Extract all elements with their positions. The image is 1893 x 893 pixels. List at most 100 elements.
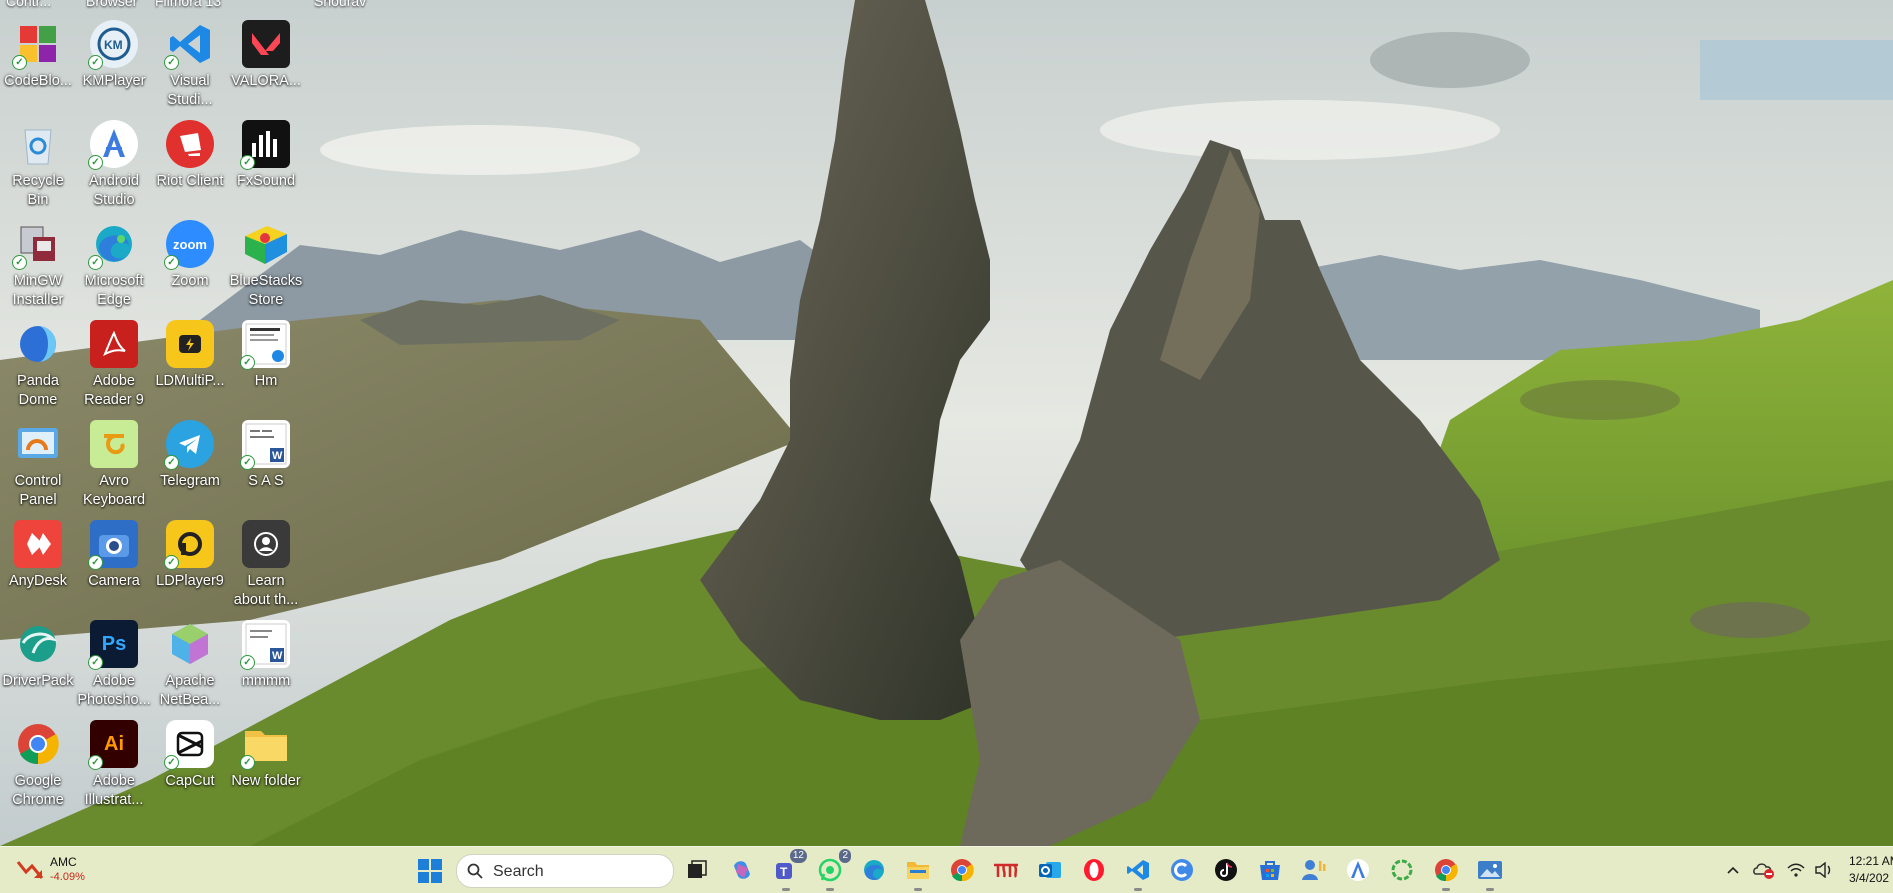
desktop-icon-recycle-bin[interactable]: Recycle Bin bbox=[0, 118, 76, 218]
desktop-icon-adobe-reader[interactable]: Adobe Reader 9 bbox=[76, 318, 152, 418]
desktop-icon-edge[interactable]: ✓ Microsoft Edge bbox=[76, 218, 152, 318]
chrome-taskbar-button-2[interactable] bbox=[1431, 855, 1461, 891]
desktop-icon-valorant[interactable]: VALORA... bbox=[228, 18, 304, 118]
desktop-icon-new-folder[interactable]: ✓ New folder bbox=[228, 718, 304, 818]
sync-check-icon: ✓ bbox=[164, 55, 179, 70]
desktop-icon-kmplayer[interactable]: KM ✓ KMPlayer bbox=[76, 18, 152, 118]
chrome-taskbar-button[interactable] bbox=[947, 855, 977, 885]
android-studio-icon bbox=[1347, 859, 1369, 881]
edge-taskbar-button[interactable] bbox=[859, 855, 889, 885]
desktop-icon-label: LDMultiP... bbox=[155, 373, 225, 389]
sync-check-icon: ✓ bbox=[240, 155, 255, 170]
desktop-icon-label-partial[interactable]: Filmora 13 bbox=[155, 0, 221, 9]
browser-c-button[interactable] bbox=[1167, 855, 1197, 885]
desktop-icon-anydesk[interactable]: AnyDesk bbox=[0, 518, 76, 618]
desktop-icon-driverpack[interactable]: DriverPack bbox=[0, 618, 76, 718]
desktop-icon-illustrator[interactable]: Ai ✓ Adobe Illustrat... bbox=[76, 718, 152, 818]
mingw-icon: ✓ bbox=[12, 220, 62, 270]
desktop-icon-zoom[interactable]: zoom ✓ Zoom bbox=[152, 218, 228, 318]
desktop-icon-codeblocks[interactable]: ✓ CodeBlo... bbox=[0, 18, 76, 118]
store-button[interactable] bbox=[1255, 855, 1285, 885]
desktop-icon-android-studio[interactable]: ✓ Android Studio bbox=[76, 118, 152, 218]
opera-button[interactable] bbox=[1079, 855, 1109, 885]
store-icon bbox=[1260, 861, 1280, 880]
whatsapp-button[interactable]: 2 bbox=[815, 849, 851, 891]
desktop-icon-label: AnyDesk bbox=[8, 573, 68, 589]
wifi-icon bbox=[1787, 863, 1805, 877]
desktop-icon-ldplayer[interactable]: ✓ LDPlayer9 bbox=[152, 518, 228, 618]
copilot-button[interactable] bbox=[727, 855, 757, 885]
stock-widget[interactable]: AMC -4.09% bbox=[16, 854, 96, 886]
desktop-icon-vscode[interactable]: ✓ Visual Studi... bbox=[152, 18, 228, 118]
bangla-app-button[interactable] bbox=[991, 855, 1021, 885]
sync-check-icon: ✓ bbox=[240, 655, 255, 670]
ring-app-button[interactable] bbox=[1387, 855, 1417, 885]
start-button[interactable] bbox=[418, 859, 442, 883]
running-indicator bbox=[1486, 888, 1494, 891]
desktop-icon-riot-client[interactable]: Riot Client bbox=[152, 118, 228, 218]
volume-button[interactable] bbox=[1813, 855, 1835, 885]
desktop-icon-label: Visual Studi... bbox=[167, 73, 213, 108]
desktop-icon-avro-keyboard[interactable]: Avro Keyboard bbox=[76, 418, 152, 518]
running-indicator bbox=[914, 888, 922, 891]
windows-logo-icon bbox=[418, 859, 442, 883]
desktop-icon-ldmultiplayer[interactable]: LDMultiP... bbox=[152, 318, 228, 418]
desktop-icon-panda-dome[interactable]: Panda Dome bbox=[0, 318, 76, 418]
desktop-icon-chrome[interactable]: Google Chrome bbox=[0, 718, 76, 818]
desktop-icon-camera[interactable]: ✓ Camera bbox=[76, 518, 152, 618]
svg-text:KM: KM bbox=[104, 38, 123, 52]
desktop-icon-mingw[interactable]: ✓ MinGW Installer bbox=[0, 218, 76, 318]
show-hidden-icons-button[interactable] bbox=[1722, 855, 1744, 885]
file-explorer-icon bbox=[907, 862, 929, 879]
desktop-icon-label: S A S bbox=[248, 473, 284, 489]
desktop-icon-bluestacks[interactable]: BlueStacks Store bbox=[228, 218, 304, 318]
photos-button[interactable] bbox=[1475, 855, 1505, 891]
android-studio-icon: ✓ bbox=[88, 120, 138, 170]
desktop-icon-sas[interactable]: W ✓ S A S bbox=[228, 418, 304, 518]
desktop-icon-label-partial[interactable]: Shourav bbox=[314, 0, 366, 9]
capcut-icon: ✓ bbox=[164, 720, 214, 770]
desktop-icon-mmmm[interactable]: W ✓ mmmm bbox=[228, 618, 304, 718]
desktop-icon-label-partial[interactable]: Contr... bbox=[6, 0, 51, 9]
tray-security-button[interactable] bbox=[1751, 855, 1777, 885]
wifi-button[interactable] bbox=[1785, 855, 1807, 885]
folder-icon: ✓ bbox=[240, 720, 290, 770]
sync-check-icon: ✓ bbox=[240, 755, 255, 770]
tiktok-button[interactable] bbox=[1211, 855, 1241, 885]
system-clock[interactable]: 12:21 AM 3/4/202 bbox=[1849, 853, 1893, 887]
desktop-icon-label: Adobe Photosho... bbox=[77, 673, 151, 708]
desktop-icon-control-panel[interactable]: Control Panel bbox=[0, 418, 76, 518]
desktop-icon-photoshop[interactable]: Ps ✓ Adobe Photosho... bbox=[76, 618, 152, 718]
file-explorer-button[interactable] bbox=[903, 855, 933, 891]
chrome-icon bbox=[951, 859, 974, 882]
stock-ticker: AMC bbox=[50, 855, 77, 869]
desktop-icon-fxsound[interactable]: ✓ FxSound bbox=[228, 118, 304, 218]
desktop-icon-label: KMPlayer bbox=[82, 73, 146, 89]
desktop-icon-telegram[interactable]: ✓ Telegram bbox=[152, 418, 228, 518]
desktop-icon-label: DriverPack bbox=[2, 673, 74, 689]
desktop-icon-label: Camera bbox=[88, 573, 140, 589]
outlook-button[interactable] bbox=[1035, 855, 1065, 885]
taskbar-search-box[interactable]: Search bbox=[456, 854, 674, 888]
learn-icon bbox=[242, 520, 290, 568]
task-view-button[interactable] bbox=[682, 855, 712, 885]
speaker-icon bbox=[1815, 862, 1831, 878]
desktop-icon-netbeans[interactable]: Apache NetBea... bbox=[152, 618, 228, 718]
desktop-icon-label: Apache NetBea... bbox=[159, 673, 221, 708]
running-indicator bbox=[1134, 888, 1142, 891]
chrome-icon bbox=[14, 720, 62, 768]
teams-button[interactable]: T 12 bbox=[771, 849, 807, 891]
ldplayer-icon: ✓ bbox=[164, 520, 214, 570]
desktop-icon-learn[interactable]: Learn about th... bbox=[228, 518, 304, 618]
sync-check-icon: ✓ bbox=[164, 755, 179, 770]
desktop-icon-hm[interactable]: ✓ Hm bbox=[228, 318, 304, 418]
vscode-taskbar-button[interactable] bbox=[1123, 855, 1153, 891]
desktop-icon-label-partial[interactable]: Browser bbox=[86, 0, 137, 9]
people-button[interactable] bbox=[1299, 855, 1329, 885]
desktop-icon-label: Google Chrome bbox=[12, 773, 64, 808]
word-document-icon: W ✓ bbox=[240, 420, 290, 470]
running-indicator bbox=[826, 888, 834, 891]
desktop-icon-capcut[interactable]: ✓ CapCut bbox=[152, 718, 228, 818]
desktop-icon-label: Riot Client bbox=[156, 173, 224, 189]
android-studio-taskbar-button[interactable] bbox=[1343, 855, 1373, 885]
